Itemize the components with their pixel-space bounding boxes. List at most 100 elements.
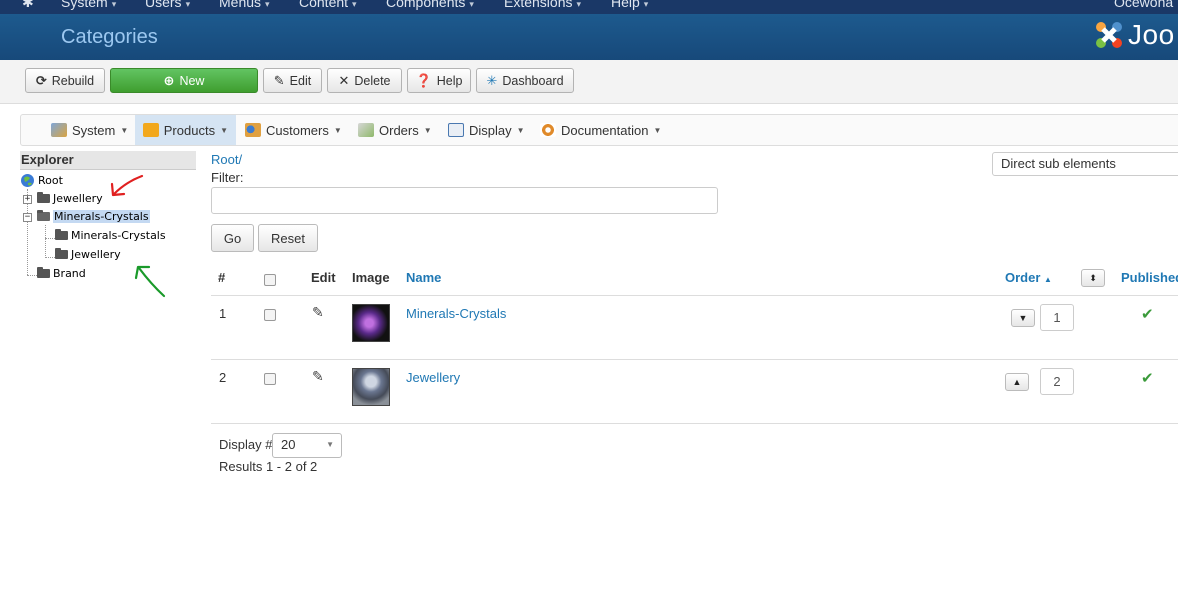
folder-icon [37, 267, 50, 278]
display-label: Display # [219, 437, 273, 452]
column-header-published[interactable]: Published [1121, 270, 1178, 285]
menu-system[interactable]: System ▼ [43, 115, 136, 145]
question-icon: ❓ [415, 72, 432, 88]
asterisk-icon: ✳ [486, 72, 498, 88]
column-header-image: Image [352, 270, 390, 285]
globe-icon [21, 174, 34, 187]
category-image-minerals [352, 304, 390, 342]
published-check-icon[interactable]: ✔ [1141, 369, 1154, 387]
chevron-down-icon: ▼ [1018, 313, 1028, 323]
red-annotation-arrow [110, 174, 144, 197]
close-icon: ✕ [338, 72, 350, 88]
display-icon [448, 123, 464, 137]
tree-line [45, 225, 46, 258]
menu-customers[interactable]: Customers ▼ [237, 115, 350, 145]
column-header-number: # [218, 270, 226, 285]
tree-node-root[interactable]: Root [20, 173, 63, 188]
dashboard-button[interactable]: ✳ Dashboard [476, 68, 574, 93]
tree-line [45, 257, 55, 258]
rebuild-button[interactable]: ⟳ Rebuild [25, 68, 105, 93]
tree-node-brand[interactable]: Brand [37, 267, 86, 280]
move-up-button[interactable]: ▲ [1005, 373, 1029, 391]
row-number: 2 [219, 370, 227, 385]
plus-circle-icon: ⊕ [163, 72, 175, 88]
topnav-menus[interactable]: Menus ▾ [219, 0, 270, 10]
sort-asc-icon: ▲ [1044, 275, 1052, 284]
tree-node-jewellery-child[interactable]: Jewellery [55, 248, 121, 261]
move-down-button[interactable]: ▼ [1011, 309, 1035, 327]
collapse-minerals-toggle[interactable]: − [23, 213, 32, 222]
column-header-edit: Edit [311, 270, 336, 285]
topnav-user[interactable]: Ocewona [1114, 0, 1173, 10]
breadcrumb[interactable]: Root/ [211, 152, 242, 167]
explorer-title: Explorer [20, 151, 196, 170]
select-all-checkbox[interactable] [264, 274, 276, 286]
joomla-logo-text: Joo [1128, 19, 1175, 50]
chevron-up-icon: ▲ [1012, 377, 1022, 387]
topnav-extensions[interactable]: Extensions ▾ [504, 0, 581, 10]
save-order-button[interactable]: ⬍ [1081, 269, 1105, 287]
filter-label: Filter: [211, 170, 244, 185]
tree-line [27, 275, 37, 276]
edit-icon: ✎ [273, 72, 285, 88]
published-check-icon[interactable]: ✔ [1141, 305, 1154, 323]
products-icon [143, 123, 159, 137]
category-name-link[interactable]: Minerals-Crystals [406, 306, 506, 321]
delete-button[interactable]: ✕ Delete [327, 68, 402, 93]
tree-node-jewellery[interactable]: Jewellery [37, 192, 103, 205]
green-annotation-arrow [134, 265, 166, 298]
category-name-link[interactable]: Jewellery [406, 370, 460, 385]
row-number: 1 [219, 306, 227, 321]
row-checkbox[interactable] [264, 373, 276, 385]
go-button[interactable]: Go [211, 224, 254, 252]
reset-button[interactable]: Reset [258, 224, 318, 252]
topnav-help[interactable]: Help ▾ [611, 0, 648, 10]
joomla-logo-icon [1096, 22, 1122, 48]
topnav-components[interactable]: Components ▾ [386, 0, 474, 10]
topnav-system[interactable]: System ▾ [61, 0, 116, 10]
scope-select[interactable]: Direct sub elements [992, 152, 1178, 176]
tree-node-minerals-crystals-child[interactable]: Minerals-Crystals [55, 229, 166, 242]
joomla-menu-icon[interactable]: ✱ [22, 0, 34, 11]
folder-icon [55, 248, 68, 259]
tree-line [45, 238, 55, 239]
refresh-icon: ⟳ [35, 72, 47, 88]
filter-input[interactable] [211, 187, 718, 214]
list-limit-select[interactable]: 20 ▼ [272, 433, 342, 458]
page-title: Categories [61, 26, 158, 48]
column-header-name[interactable]: Name [406, 270, 441, 285]
page-header: Categories Joo [0, 14, 1178, 60]
topnav-users[interactable]: Users ▾ [145, 0, 190, 10]
customers-icon [245, 123, 261, 137]
tools-icon [51, 123, 67, 137]
new-button[interactable]: ⊕ New [110, 68, 258, 93]
tree-node-minerals-crystals[interactable]: Minerals-Crystals [37, 210, 150, 223]
table-row: 2 ✎ Jewellery ▲ 2 ✔ [211, 360, 1178, 424]
column-header-order[interactable]: Order ▲ [1005, 270, 1052, 285]
pencil-icon[interactable]: ✎ [312, 304, 324, 321]
table-row: 1 ✎ Minerals-Crystals ▼ 1 ✔ [211, 296, 1178, 360]
folder-open-icon [37, 210, 50, 221]
order-input[interactable]: 1 [1040, 304, 1074, 331]
admin-top-nav: ✱ System ▾ Users ▾ Menus ▾ Content ▾ Compone… [0, 0, 1178, 14]
joomla-logo: Joo [1094, 18, 1175, 52]
topnav-content[interactable]: Content ▾ [299, 0, 357, 10]
menu-documentation[interactable]: Documentation ▼ [532, 115, 669, 145]
component-menubar: System ▼ Products ▼ Customers ▼ Orders ▼ Dis… [20, 114, 1178, 146]
menu-products[interactable]: Products ▼ [135, 115, 236, 145]
menu-display[interactable]: Display ▼ [440, 115, 533, 145]
edit-button[interactable]: ✎ Edit [263, 68, 322, 93]
order-input[interactable]: 2 [1040, 368, 1074, 395]
orders-icon [358, 123, 374, 137]
documentation-icon [540, 123, 556, 137]
folder-icon [55, 229, 68, 240]
sort-icon: ⬍ [1089, 272, 1097, 283]
pencil-icon[interactable]: ✎ [312, 368, 324, 385]
row-checkbox[interactable] [264, 309, 276, 321]
help-button[interactable]: ❓ Help [407, 68, 471, 93]
results-counter: Results 1 - 2 of 2 [219, 459, 318, 474]
category-image-jewellery [352, 368, 390, 406]
menu-orders[interactable]: Orders ▼ [350, 115, 440, 145]
folder-icon [37, 192, 50, 203]
expand-jewellery-toggle[interactable]: + [23, 195, 32, 204]
